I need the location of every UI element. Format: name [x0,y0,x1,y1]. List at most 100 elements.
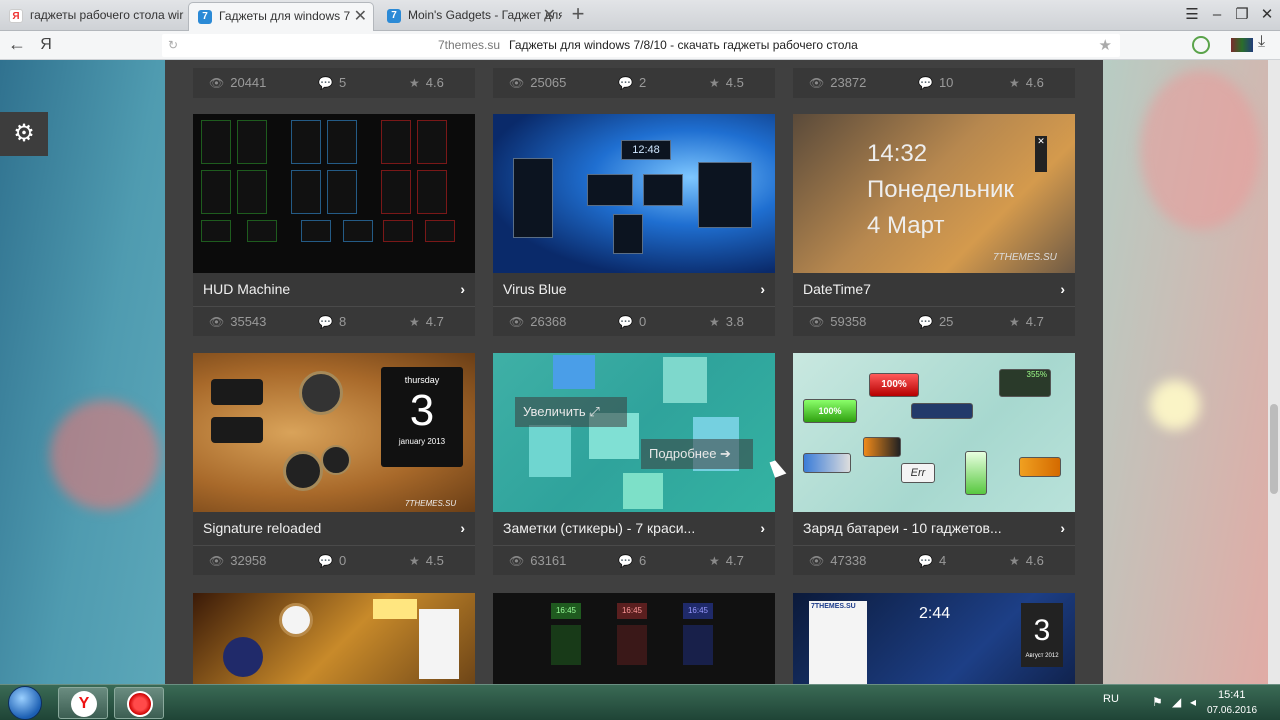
battery-small: 355% [999,369,1051,397]
comment-icon: 💬 [618,554,633,568]
taskbar-recorder[interactable] [114,687,164,719]
flag-icon[interactable]: ⚑ [1152,695,1163,709]
tab-label: гаджеты рабочего стола wir [30,8,184,22]
comment-icon: 💬 [318,315,333,329]
views-count: 26368 [530,314,567,329]
gadget-thumbnail-hud[interactable]: 16:45 16:45 16:45 [493,593,775,684]
network-icon[interactable]: ◢ [1172,695,1181,709]
rating-value: 4.7 [725,553,744,568]
stats-row: 👁 47338 💬 4 ★ 4.6 [793,545,1075,575]
taskbar: Y RU ⚑ ◢ ◂ 15:41 07.06.2016 [0,684,1280,720]
details-button[interactable]: Подробнее ➔ [641,439,753,469]
eye-icon: 👁 [809,76,825,90]
stats-row: 👁 25065 💬 2 ★ 4.5 [493,68,775,98]
stats-row: 👁 23872 💬 10 ★ 4.6 [793,68,1075,98]
chevron-right-icon[interactable]: › [760,273,765,306]
gadget-title-link[interactable]: Заряд батареи - 10 гаджетов... › [793,512,1075,545]
url-field[interactable]: ↻ 7themes.su Гаджеты для windows 7/8/10 … [162,34,1120,57]
bookmark-star-icon[interactable]: ★ [1099,34,1112,57]
stats-row: 👁 32958 💬 0 ★ 4.5 [193,545,475,575]
close-icon[interactable]: ✕ [354,3,367,30]
menu-icon[interactable]: ☰ [1181,4,1203,26]
gadget-thumbnail-desk[interactable] [193,593,475,684]
minimize-icon[interactable]: – [1206,4,1228,26]
taskbar-yandex-browser[interactable]: Y [58,687,108,719]
tab-moins-gadgets[interactable]: 7 Moin's Gadgets - Гаджет для ✕ [378,2,562,31]
gadget-title-link[interactable]: Signature reloaded › [193,512,475,545]
clock-time[interactable]: 15:41 [1218,689,1246,701]
star-icon: ★ [1009,76,1020,90]
chevron-right-icon[interactable]: › [460,512,465,545]
notes-thumbnail[interactable]: Увеличить ⤢ Подробнее ➔ [493,353,775,512]
battery-thumbnail[interactable]: 100% 100% Err 355% [793,353,1075,512]
star-icon: ★ [709,315,720,329]
stats-row: 👁 63161 💬 6 ★ 4.7 [493,545,775,575]
star-icon: ★ [1009,554,1020,568]
tab-label: Moin's Gadgets - Гаджет для [408,8,562,22]
extension-flag-icon[interactable] [1231,38,1253,52]
chevron-right-icon[interactable]: › [460,273,465,306]
star-icon: ★ [709,554,720,568]
volume-icon[interactable]: ◂ [1190,695,1196,709]
stats-row: 👁 59358 💬 25 ★ 4.7 [793,306,1075,336]
chevron-right-icon[interactable]: › [1060,512,1065,545]
close-icon[interactable]: ✕ [543,2,556,29]
back-arrow-icon[interactable]: ← [6,34,28,56]
gadget-title: Virus Blue [503,281,567,297]
site-favicon-icon: 7 [387,9,401,23]
start-button[interactable] [8,686,42,720]
comment-icon: 💬 [918,76,933,90]
page-title-in-omnibox: Гаджеты для windows 7/8/10 - скачать гад… [509,38,858,52]
views-count: 23872 [830,75,867,90]
eye-icon: 👁 [209,554,225,568]
close-icon: ✕ [1035,136,1047,172]
gadget-title-link[interactable]: Virus Blue › [493,273,775,306]
rating-value: 4.6 [425,75,444,90]
battery-green: 100% [803,399,857,423]
zoom-button[interactable]: Увеличить ⤢ [515,397,627,427]
address-bar: ← Я ↻ 7themes.su Гаджеты для windows 7/8… [0,31,1280,60]
virus-blue-thumbnail[interactable]: 12:48 [493,114,775,273]
tab-strip: Я гаджеты рабочего стола wir 7 Гаджеты д… [0,0,1280,31]
views-count: 20441 [230,75,267,90]
page-viewport: ⚙ 👁 20441 💬 5 ★ 4.6 👁 25065 💬 2 ★ 4.5 👁 23872 💬… [0,60,1280,684]
new-tab-button[interactable]: + [566,2,590,28]
comment-icon: 💬 [918,315,933,329]
gadget-title-link[interactable]: Заметки (стикеры) - 7 краси... › [493,512,775,545]
comments-count: 0 [638,314,647,329]
extension-icon[interactable] [1192,36,1210,54]
scrollbar-track[interactable] [1268,60,1280,684]
datetime7-thumbnail[interactable]: 14:32 Понедельник 4 Март 7THEMES.SU ✕ [793,114,1075,273]
maximize-icon[interactable]: ❐ [1231,4,1253,26]
chevron-right-icon[interactable]: › [760,512,765,545]
reload-icon[interactable]: ↻ [168,34,178,57]
comment-icon: 💬 [318,554,333,568]
scrollbar-thumb[interactable] [1270,404,1278,494]
download-icon[interactable]: ⤓ [1258,33,1265,51]
eye-icon: 👁 [509,554,525,568]
signature-reloaded-thumbnail[interactable]: thursday 3 january 2013 7THEMES.SU [193,353,475,512]
rating-value: 4.5 [425,553,444,568]
yandex-button[interactable]: Я [36,34,56,56]
calendar-widget: thursday 3 january 2013 [381,367,463,467]
tab-search[interactable]: Я гаджеты рабочего стола wir [0,2,186,31]
chevron-right-icon[interactable]: › [1060,273,1065,306]
stats-row: 👁 20441 💬 5 ★ 4.6 [193,68,475,98]
stats-row: 👁 26368 💬 0 ★ 3.8 [493,306,775,336]
gadget-thumbnail-calendar[interactable]: 7THEMES.SU 2:44 3 Август 2012 [793,593,1075,684]
datetime-time: 14:32 [867,140,928,167]
stats-row: 👁 35543 💬 8 ★ 4.7 [193,306,475,336]
clock-date[interactable]: 07.06.2016 [1207,705,1257,716]
gear-icon[interactable]: ⚙ [0,112,48,156]
close-window-icon[interactable]: ✕ [1256,4,1278,26]
comments-count: 5 [338,75,347,90]
virus-clock: 12:48 [621,140,671,160]
language-indicator[interactable]: RU [1103,693,1119,705]
gadget-title-link[interactable]: DateTime7 › [793,273,1075,306]
gadget-title-link[interactable]: HUD Machine › [193,273,475,306]
tab-gadgets[interactable]: 7 Гаджеты для windows 7 ✕ [188,2,374,31]
eye-icon: 👁 [509,76,525,90]
tab-label: Гаджеты для windows 7 [219,9,351,23]
watermark: 7THEMES.SU [993,252,1057,263]
hud-machine-thumbnail[interactable] [193,114,475,273]
